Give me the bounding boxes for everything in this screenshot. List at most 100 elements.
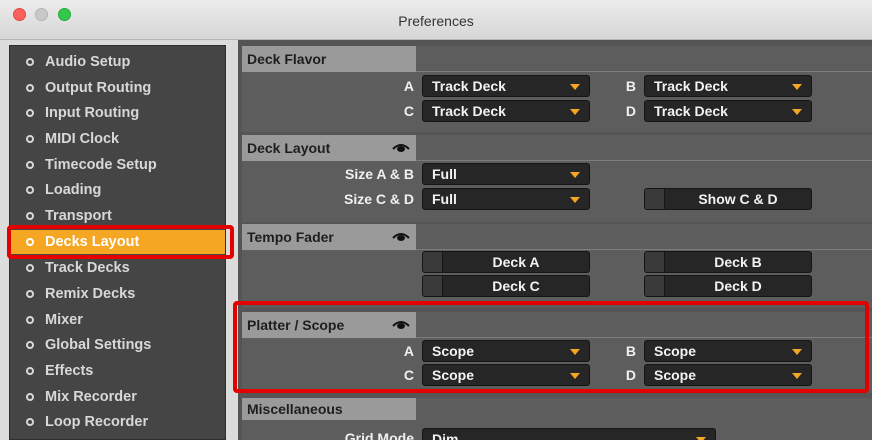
dropdown-caret-icon	[792, 349, 802, 355]
sidebar-item-loading[interactable]: Loading	[10, 178, 225, 202]
size-ab-label: Size A & B	[345, 166, 414, 182]
toggle-label: Deck A	[492, 254, 540, 270]
sidebar-item-timecode-setup[interactable]: Timecode Setup	[10, 153, 225, 177]
sidebar-item-mix-recorder[interactable]: Mix Recorder	[10, 385, 225, 409]
sidebar-item-decks-layout[interactable]: Decks Layout	[10, 230, 225, 254]
dropdown-value: Full	[432, 166, 457, 182]
sidebar-item-mixer[interactable]: Mixer	[10, 308, 225, 332]
window-title: Preferences	[398, 13, 474, 29]
bullet-icon	[26, 393, 34, 401]
dropdown-caret-icon	[792, 84, 802, 90]
tempo-fader-section: Tempo Fader Deck A Deck B Deck C Deck D	[242, 224, 872, 308]
bullet-icon	[26, 161, 34, 169]
bullet-icon	[26, 418, 34, 426]
section-title: Tempo Fader	[242, 224, 416, 250]
toggle-label: Deck D	[714, 278, 762, 294]
eye-icon[interactable]	[392, 231, 410, 243]
deck-c-flavor-dropdown[interactable]: Track Deck	[422, 100, 590, 122]
title-bar: Preferences	[0, 0, 872, 40]
checkbox	[645, 276, 665, 296]
tempo-deck-d-toggle[interactable]: Deck D	[644, 275, 812, 297]
platter-d-dropdown[interactable]: Scope	[644, 364, 812, 386]
deck-flavor-section: Deck Flavor A Track Deck B Track Deck C …	[242, 46, 872, 132]
dropdown-caret-icon	[570, 349, 580, 355]
platter-c-dropdown[interactable]: Scope	[422, 364, 590, 386]
dropdown-caret-icon	[570, 84, 580, 90]
toggle-label: Deck C	[492, 278, 540, 294]
show-cd-toggle[interactable]: Show C & D	[644, 188, 812, 210]
deck-a-flavor-dropdown[interactable]: Track Deck	[422, 75, 590, 97]
dropdown-value: Track Deck	[654, 103, 728, 119]
sidebar-item-global-settings[interactable]: Global Settings	[10, 333, 225, 357]
dropdown-caret-icon	[570, 197, 580, 203]
sidebar-item-audio-setup[interactable]: Audio Setup	[10, 50, 225, 74]
checkbox	[423, 276, 443, 296]
grid-mode-dropdown[interactable]: Dim	[422, 428, 716, 440]
section-divider	[416, 160, 872, 161]
sidebar-item-input-routing[interactable]: Input Routing	[10, 101, 225, 125]
deck-d-label: D	[625, 103, 636, 119]
preferences-sidebar: Audio Setup Output Routing Input Routing…	[9, 45, 226, 440]
deck-c-label: C	[403, 103, 414, 119]
size-cd-dropdown[interactable]: Full	[422, 188, 590, 210]
dropdown-caret-icon	[570, 373, 580, 379]
bullet-icon	[26, 264, 34, 272]
deck-d-flavor-dropdown[interactable]: Track Deck	[644, 100, 812, 122]
section-divider	[416, 71, 872, 72]
dropdown-value: Track Deck	[654, 78, 728, 94]
deck-d-label: D	[625, 367, 636, 383]
dropdown-value: Dim	[432, 431, 459, 440]
eye-icon[interactable]	[392, 319, 410, 331]
bullet-icon	[26, 290, 34, 298]
bullet-icon	[26, 135, 34, 143]
section-title: Platter / Scope	[242, 312, 416, 338]
platter-b-dropdown[interactable]: Scope	[644, 340, 812, 362]
bullet-icon	[26, 238, 34, 246]
sidebar-item-output-routing[interactable]: Output Routing	[10, 76, 225, 100]
bullet-icon	[26, 186, 34, 194]
grid-mode-label: Grid Mode	[344, 430, 414, 440]
platter-scope-section: Platter / Scope A Scope B Scope C Scope …	[242, 312, 872, 393]
dropdown-value: Scope	[654, 343, 697, 359]
bullet-icon	[26, 316, 34, 324]
deck-a-label: A	[403, 343, 414, 359]
deck-a-label: A	[403, 78, 414, 94]
size-cd-label: Size C & D	[343, 191, 414, 207]
sidebar-item-track-decks[interactable]: Track Decks	[10, 256, 225, 280]
sidebar-item-transport[interactable]: Transport	[10, 204, 225, 228]
deck-layout-section: Deck Layout Size A & B Full Size C & D F…	[242, 135, 872, 222]
bullet-icon	[26, 109, 34, 117]
sidebar-item-remix-decks[interactable]: Remix Decks	[10, 282, 225, 306]
sidebar-item-loop-recorder[interactable]: Loop Recorder	[10, 410, 225, 434]
dropdown-value: Scope	[432, 367, 475, 383]
deck-b-flavor-dropdown[interactable]: Track Deck	[644, 75, 812, 97]
section-title: Miscellaneous	[242, 398, 416, 420]
tempo-deck-a-toggle[interactable]: Deck A	[422, 251, 590, 273]
checkbox	[423, 252, 443, 272]
bullet-icon	[26, 367, 34, 375]
dropdown-value: Track Deck	[432, 103, 506, 119]
platter-a-dropdown[interactable]: Scope	[422, 340, 590, 362]
miscellaneous-section: Miscellaneous Grid Mode Dim	[242, 398, 872, 440]
sidebar-item-effects[interactable]: Effects	[10, 359, 225, 383]
checkbox	[645, 189, 665, 209]
dropdown-value: Scope	[654, 367, 697, 383]
deck-b-label: B	[625, 343, 636, 359]
deck-b-label: B	[625, 78, 636, 94]
tempo-deck-c-toggle[interactable]: Deck C	[422, 275, 590, 297]
dropdown-caret-icon	[792, 109, 802, 115]
sidebar-item-midi-clock[interactable]: MIDI Clock	[10, 127, 225, 151]
bullet-icon	[26, 341, 34, 349]
bullet-icon	[26, 212, 34, 220]
size-ab-dropdown[interactable]: Full	[422, 163, 590, 185]
dropdown-caret-icon	[570, 109, 580, 115]
eye-icon[interactable]	[392, 142, 410, 154]
section-divider	[416, 337, 872, 338]
dropdown-caret-icon	[792, 373, 802, 379]
preferences-content: Deck Flavor A Track Deck B Track Deck C …	[238, 40, 872, 440]
tempo-deck-b-toggle[interactable]: Deck B	[644, 251, 812, 273]
toggle-label: Show C & D	[698, 191, 778, 207]
toggle-label: Deck B	[714, 254, 762, 270]
dropdown-value: Full	[432, 191, 457, 207]
deck-c-label: C	[403, 367, 414, 383]
